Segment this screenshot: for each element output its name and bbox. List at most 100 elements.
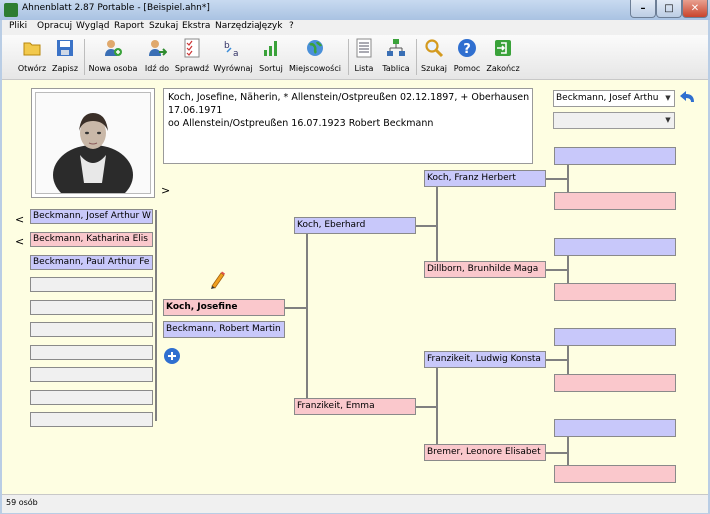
sort-button[interactable]: Sortuj — [257, 36, 285, 76]
app-tree-icon — [4, 3, 18, 17]
globe-icon — [307, 40, 323, 56]
table-icon — [387, 39, 405, 56]
great-grandparent-empty[interactable] — [554, 238, 676, 256]
close-button[interactable]: ✕ — [682, 0, 708, 18]
svg-text:a: a — [233, 49, 239, 58]
great-grandparent-empty[interactable] — [554, 374, 676, 392]
search-icon — [425, 39, 444, 58]
empty-child-slot[interactable] — [30, 412, 153, 427]
empty-child-slot[interactable] — [30, 390, 153, 405]
help-icon: ? — [458, 39, 476, 57]
maximize-button[interactable]: □ — [656, 0, 682, 18]
mother-box[interactable]: Franzikeit, Emma — [294, 398, 416, 415]
menu-jezyk[interactable]: Język — [259, 21, 282, 31]
details-line-1: Koch, Josefine, Näherin, * Allenstein/Os… — [168, 92, 530, 103]
person-photo[interactable] — [35, 92, 151, 194]
child-nav-arrow-1[interactable]: < — [15, 213, 24, 226]
open-folder-icon — [23, 42, 41, 56]
new-person-icon — [105, 40, 122, 56]
table-button[interactable]: Tablica — [379, 36, 413, 76]
places-button[interactable]: Miejscowości — [288, 36, 342, 76]
great-grandparent-empty[interactable] — [554, 192, 676, 210]
parents-connector — [306, 234, 308, 407]
gp-link-line — [546, 178, 568, 180]
toolbar: Otwórz Zapisz Nowa osoba Idź do Sprawdź … — [2, 35, 708, 80]
pedigree-view: > Koch, Josefine, Näherin, * Allenstein/… — [2, 80, 708, 494]
align-button[interactable]: ba Wyrównaj — [212, 36, 254, 76]
go-to-person-icon — [149, 40, 167, 56]
help-button[interactable]: ? Pomoc — [451, 36, 483, 76]
main-person-box[interactable]: Koch, Josefine — [163, 299, 285, 316]
forward-arrow-button[interactable]: > — [161, 184, 170, 197]
menu-bar: Pliki Opracuj Wygląd Raport Szukaj Ekstr… — [2, 20, 708, 35]
child-box[interactable]: Beckmann, Katharina Elis — [30, 232, 153, 247]
search-button[interactable]: Szukaj — [420, 36, 448, 76]
check-button[interactable]: Sprawdź — [174, 36, 210, 76]
great-grandparent-empty[interactable] — [554, 465, 676, 483]
child-nav-arrow-2[interactable]: < — [15, 235, 24, 248]
father-to-grandparents-line — [416, 225, 437, 227]
second-select[interactable]: ▼ — [553, 112, 675, 129]
details-line-2: 17.06.1971 — [168, 105, 223, 116]
pencil-edit-icon[interactable] — [209, 270, 225, 290]
menu-szukaj[interactable]: Szukaj — [149, 21, 178, 31]
gp-link-line — [546, 359, 568, 361]
undo-arrow-icon[interactable] — [678, 90, 698, 106]
list-button[interactable]: Lista — [352, 36, 376, 76]
list-icon — [356, 38, 372, 58]
gp-link-line — [546, 452, 568, 454]
empty-child-slot[interactable] — [30, 345, 153, 360]
great-grandparent-empty[interactable] — [554, 328, 676, 346]
menu-pliki[interactable]: Pliki — [9, 21, 27, 31]
empty-child-slot[interactable] — [30, 322, 153, 337]
chevron-down-icon: ▼ — [665, 94, 671, 102]
save-icon — [57, 40, 73, 56]
sort-icon — [264, 41, 277, 56]
new-person-button[interactable]: Nowa osoba — [88, 36, 138, 76]
status-bar: 59 osób — [2, 494, 708, 513]
partner-box[interactable]: Beckmann, Robert Martin — [163, 321, 285, 338]
go-to-button[interactable]: Idź do — [142, 36, 172, 76]
mother-to-grandparents-line — [416, 406, 437, 408]
menu-help[interactable]: ? — [289, 21, 294, 31]
save-button[interactable]: Zapisz — [50, 36, 80, 76]
maternal-grandparents-connector — [436, 368, 438, 451]
empty-child-slot[interactable] — [30, 300, 153, 315]
menu-wyglad[interactable]: Wygląd — [76, 21, 110, 31]
great-grandparent-empty[interactable] — [554, 419, 676, 437]
add-partner-icon[interactable] — [163, 347, 181, 365]
app-window: Ahnenblatt 2.87 Portable - [Beispiel.ahn… — [0, 0, 710, 514]
child-box[interactable]: Beckmann, Paul Arthur Fe — [30, 255, 153, 270]
paternal-grandparents-connector — [436, 187, 438, 270]
person-to-parents-line — [285, 307, 307, 309]
great-grandparent-empty[interactable] — [554, 147, 676, 165]
partner-select-value: Beckmann, Josef Arthu — [556, 93, 659, 103]
toolbar-separator — [348, 39, 349, 75]
title-bar: Ahnenblatt 2.87 Portable - [Beispiel.ahn… — [0, 0, 710, 20]
father-box[interactable]: Koch, Eberhard — [294, 217, 416, 234]
chevron-down-icon: ▼ — [665, 116, 671, 124]
menu-narzedzia[interactable]: Narzędzia — [215, 21, 260, 31]
open-button[interactable]: Otwórz — [16, 36, 48, 76]
empty-child-slot[interactable] — [30, 277, 153, 292]
svg-text:?: ? — [463, 42, 471, 57]
minimize-button[interactable]: – — [630, 0, 656, 18]
menu-raport[interactable]: Raport — [114, 21, 144, 31]
empty-child-slot[interactable] — [30, 367, 153, 382]
window-title: Ahnenblatt 2.87 Portable - [Beispiel.ahn… — [22, 3, 210, 13]
exit-button[interactable]: Zakończ — [485, 36, 521, 76]
gp-link-line — [546, 269, 568, 271]
partner-select[interactable]: Beckmann, Josef Arthu ▼ — [553, 90, 675, 107]
child-box[interactable]: Beckmann, Josef Arthur W — [30, 209, 153, 224]
exit-icon — [495, 40, 511, 56]
grandparent-box[interactable]: Franzikeit, Ludwig Konsta — [424, 351, 546, 368]
menu-opracuj[interactable]: Opracuj — [37, 21, 72, 31]
grandparent-box[interactable]: Dillborn, Brunhilde Maga — [424, 261, 546, 278]
great-grandparent-empty[interactable] — [554, 283, 676, 301]
grandparent-box[interactable]: Koch, Franz Herbert — [424, 170, 546, 187]
children-connector — [155, 210, 157, 421]
grandparent-box[interactable]: Bremer, Leonore Elisabet — [424, 444, 546, 461]
check-icon — [184, 38, 200, 58]
person-count: 59 osób — [6, 498, 38, 507]
menu-ekstra[interactable]: Ekstra — [182, 21, 210, 31]
